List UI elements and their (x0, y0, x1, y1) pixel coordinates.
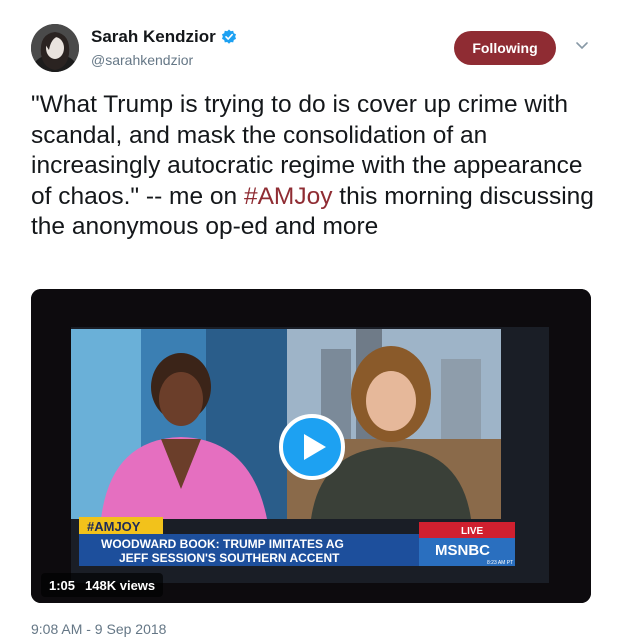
author-name-row[interactable]: Sarah Kendzior (91, 27, 237, 47)
tweet-timestamp[interactable]: 9:08 AM - 9 Sep 2018 (31, 621, 166, 637)
video-player[interactable]: #AMJOY WOODWARD BOOK: TRUMP IMITATES AG … (31, 289, 591, 603)
author-handle[interactable]: @sarahkendzior (91, 52, 193, 68)
avatar[interactable] (31, 24, 79, 72)
following-button[interactable]: Following (454, 31, 556, 65)
chyron-network: MSNBC (435, 542, 490, 559)
chyron-time: 8:23 AM PT (487, 560, 513, 566)
verified-badge-icon (221, 29, 236, 44)
chyron-tag: #AMJOY (87, 519, 141, 534)
chyron-headline-line1: WOODWARD BOOK: TRUMP IMITATES AG (101, 537, 344, 551)
tweet-text: "What Trump is trying to do is cover up … (31, 90, 601, 243)
video-duration: 1:05 (49, 577, 76, 593)
chevron-down-icon[interactable] (574, 40, 590, 52)
play-icon (304, 434, 326, 460)
video-meta-badge: 1:05 148K views (41, 573, 164, 597)
video-views: 148K views (85, 577, 156, 593)
chyron-live: LIVE (461, 526, 484, 537)
play-button[interactable] (279, 414, 345, 480)
author-name[interactable]: Sarah Kendzior (91, 27, 216, 47)
hashtag-link[interactable]: #AMJoy (244, 183, 333, 210)
chyron-headline-line2: JEFF SESSION'S SOUTHERN ACCENT (119, 551, 340, 565)
